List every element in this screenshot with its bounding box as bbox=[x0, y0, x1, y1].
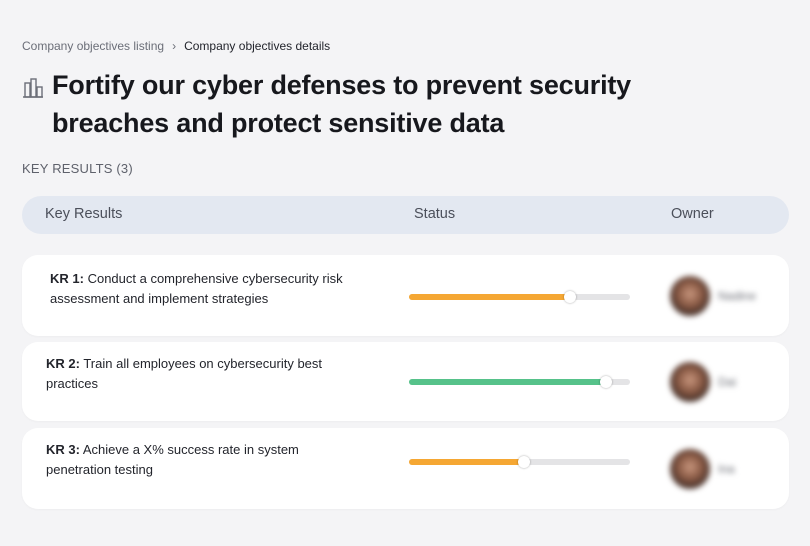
progress-handle[interactable] bbox=[599, 376, 612, 388]
progress-handle[interactable] bbox=[564, 291, 577, 303]
breadcrumb-separator-icon: › bbox=[172, 39, 177, 53]
column-header-owner: Owner bbox=[671, 206, 714, 222]
key-result-description: Conduct a comprehensive cybersecurity ri… bbox=[50, 271, 343, 306]
progress-bar bbox=[409, 291, 630, 303]
key-result-description: Train all employees on cybersecurity bes… bbox=[46, 356, 323, 391]
owner-avatar bbox=[670, 362, 710, 402]
progress-bar-fill bbox=[409, 379, 606, 385]
owner-name: Nadine bbox=[718, 289, 757, 303]
progress-bar bbox=[409, 456, 630, 468]
progress-bar-fill bbox=[409, 294, 571, 300]
owner-cell[interactable]: Dai bbox=[670, 362, 736, 402]
objective-details-page: Company objectives listing › Company obj… bbox=[0, 0, 810, 546]
progress-bar bbox=[409, 376, 630, 388]
key-results-table-header: Key Results Status Owner bbox=[22, 196, 789, 234]
key-result-prefix: KR 3: bbox=[46, 442, 80, 457]
progress-bar-fill bbox=[409, 459, 524, 465]
column-header-key-results: Key Results bbox=[45, 206, 123, 222]
owner-avatar bbox=[670, 449, 710, 489]
key-result-description: Achieve a X% success rate in system pene… bbox=[46, 442, 299, 477]
breadcrumb-current-page: Company objectives details bbox=[184, 39, 331, 53]
key-result-text: KR 3: Achieve a X% success rate in syste… bbox=[46, 440, 346, 480]
objective-header: Fortify our cyber defenses to prevent se… bbox=[22, 66, 722, 142]
objective-title: Fortify our cyber defenses to prevent se… bbox=[52, 70, 631, 138]
key-result-prefix: KR 1: bbox=[50, 271, 84, 286]
owner-name: Ina bbox=[718, 462, 735, 476]
key-result-row-1[interactable]: KR 1: Conduct a comprehensive cybersecur… bbox=[22, 255, 789, 336]
key-result-row-2[interactable]: KR 2: Train all employees on cybersecuri… bbox=[22, 342, 789, 421]
building-chart-icon bbox=[23, 78, 43, 98]
progress-handle[interactable] bbox=[517, 456, 530, 468]
key-result-text: KR 1: Conduct a comprehensive cybersecur… bbox=[50, 269, 350, 309]
key-result-row-3[interactable]: KR 3: Achieve a X% success rate in syste… bbox=[22, 428, 789, 509]
key-result-text: KR 2: Train all employees on cybersecuri… bbox=[46, 354, 346, 394]
owner-cell[interactable]: Ina bbox=[670, 449, 735, 489]
owner-name: Dai bbox=[718, 375, 737, 389]
owner-cell[interactable]: Nadine bbox=[670, 276, 756, 316]
owner-avatar bbox=[670, 276, 710, 316]
key-results-count-label: KEY RESULTS (3) bbox=[22, 161, 133, 176]
breadcrumb-link-objectives-listing[interactable]: Company objectives listing bbox=[22, 39, 164, 53]
key-result-prefix: KR 2: bbox=[46, 356, 80, 371]
breadcrumb: Company objectives listing › Company obj… bbox=[22, 39, 330, 53]
column-header-status: Status bbox=[414, 206, 456, 222]
